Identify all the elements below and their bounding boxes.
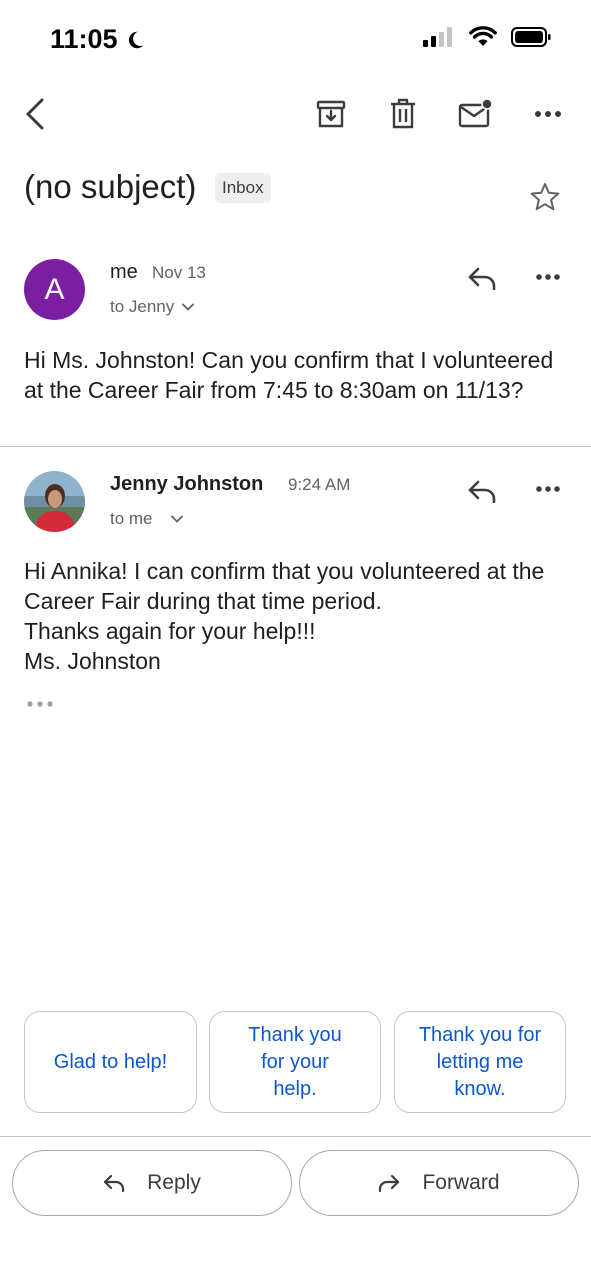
archive-icon — [316, 100, 346, 128]
forward-action-button[interactable]: Forward — [299, 1150, 579, 1216]
bottom-divider — [0, 1136, 591, 1137]
recipient-details-toggle[interactable]: to me — [110, 509, 183, 529]
smart-reply-chip[interactable]: Thank you for your help. — [209, 1011, 381, 1113]
more-options-button[interactable] — [530, 99, 566, 129]
reply-icon — [468, 267, 496, 290]
reply-icon — [104, 1174, 125, 1192]
moon-icon — [128, 31, 143, 48]
back-button[interactable] — [18, 95, 52, 133]
message-divider — [0, 446, 591, 447]
star-icon — [530, 183, 560, 211]
status-indicators — [423, 26, 551, 47]
battery-icon — [511, 26, 551, 47]
forward-icon — [379, 1174, 400, 1192]
body-paragraph: Hi Ms. Johnston! Can you confirm that I … — [24, 347, 554, 403]
message-more-button[interactable] — [530, 474, 566, 504]
chevron-down-icon — [182, 303, 195, 311]
reply-button[interactable] — [464, 475, 500, 507]
chevron-left-icon — [26, 98, 44, 130]
recipient-text: to Jenny — [110, 297, 175, 316]
star-button[interactable] — [526, 178, 564, 216]
smart-reply-text: Glad to help! — [53, 1050, 168, 1073]
profile-photo — [24, 471, 85, 532]
smart-reply-text: Thank you for your help. — [248, 1023, 342, 1100]
recipient-details-toggle[interactable]: to Jenny — [110, 297, 195, 317]
clock-text: 11:05 — [50, 24, 118, 54]
reply-action-button[interactable]: Reply — [12, 1150, 292, 1216]
smart-reply-text: Thank you for letting me know. — [418, 1023, 542, 1100]
delete-button[interactable] — [384, 95, 422, 133]
forward-label: Forward — [422, 1171, 500, 1194]
more-horizontal-icon — [536, 274, 560, 280]
wifi-icon — [469, 26, 497, 46]
ellipsis-icon — [27, 701, 53, 707]
chevron-down-icon — [170, 515, 183, 523]
show-trimmed-content-button[interactable] — [22, 694, 58, 714]
message-body: Hi Annika! I can confirm that you volunt… — [24, 556, 569, 676]
sender-name: me — [110, 261, 138, 283]
body-signature: Ms. Johnston — [24, 648, 161, 674]
email-view: 11:05 (no subject) Inbox A me Nov 13 to … — [0, 0, 591, 1280]
email-subject: (no subject) — [24, 168, 197, 205]
reply-icon — [468, 480, 496, 503]
inbox-label-chip[interactable]: Inbox — [215, 173, 271, 203]
smart-reply-chip[interactable]: Thank you for letting me know. — [394, 1011, 566, 1113]
message-more-button[interactable] — [530, 262, 566, 292]
message-body: Hi Ms. Johnston! Can you confirm that I … — [24, 345, 569, 405]
mark-unread-button[interactable] — [456, 95, 496, 133]
trash-icon — [391, 98, 415, 129]
archive-button[interactable] — [312, 95, 350, 133]
smart-reply-chip[interactable]: Glad to help! — [24, 1011, 197, 1113]
reply-label: Reply — [147, 1171, 201, 1194]
avatar[interactable] — [24, 471, 85, 532]
more-horizontal-icon — [536, 486, 560, 492]
recipient-text: to me — [110, 509, 153, 528]
more-horizontal-icon — [535, 111, 561, 117]
status-time: 11:05 — [50, 24, 146, 55]
message-time: 9:24 AM — [288, 475, 351, 494]
body-paragraph: Hi Annika! I can confirm that you volunt… — [24, 558, 545, 614]
mail-unread-icon — [458, 98, 493, 128]
reply-button[interactable] — [464, 262, 500, 294]
message-date: Nov 13 — [152, 263, 206, 282]
body-paragraph: Thanks again for your help!!! — [24, 618, 316, 644]
signal-icon — [423, 26, 452, 47]
avatar[interactable]: A — [24, 259, 85, 320]
sender-name: Jenny Johnston — [110, 473, 264, 495]
